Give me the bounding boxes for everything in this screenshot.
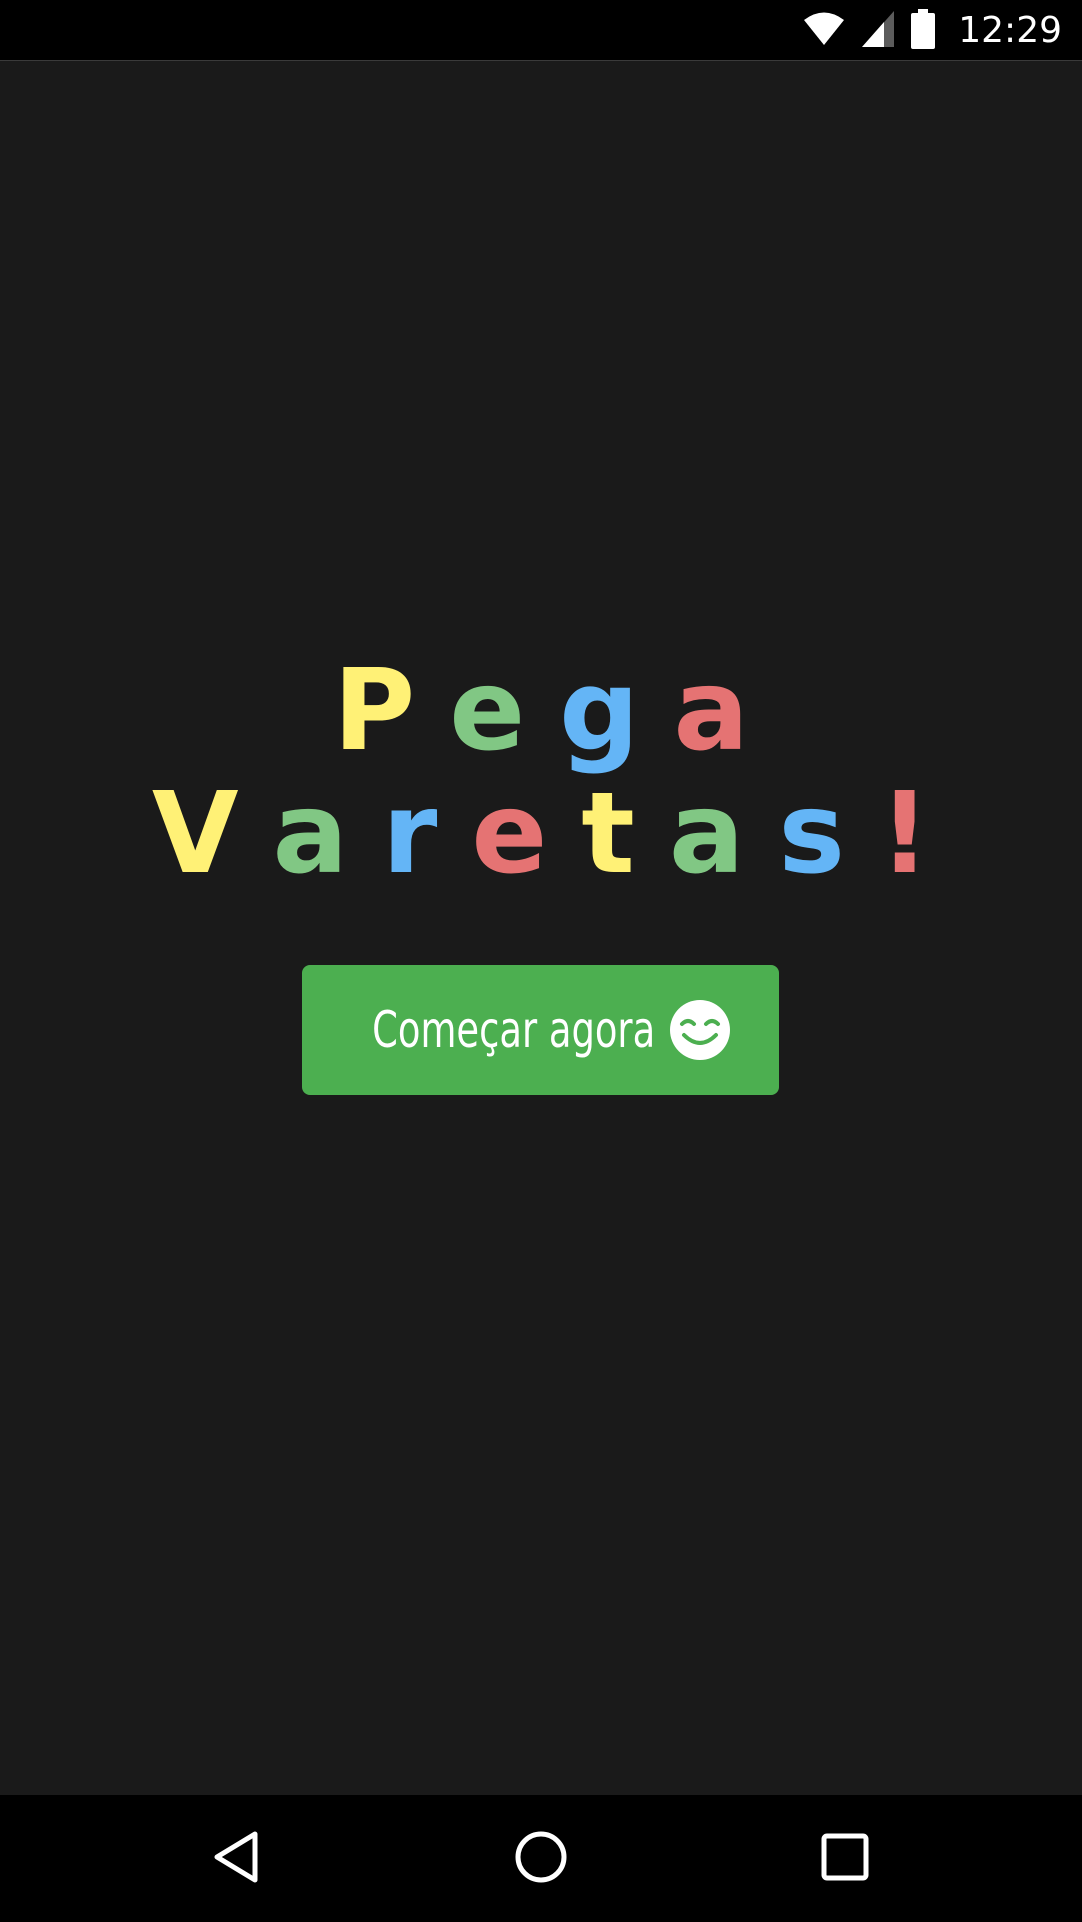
title-letter: V xyxy=(151,769,273,899)
recents-icon xyxy=(821,1833,869,1885)
title-letter: e xyxy=(471,769,582,899)
start-now-button[interactable]: Começar agora xyxy=(302,965,779,1095)
wifi-icon xyxy=(802,11,846,51)
title-letter: a xyxy=(272,769,383,899)
title-letter: P xyxy=(333,646,450,776)
status-bar: 12:29 xyxy=(0,0,1082,61)
start-now-label: Começar agora xyxy=(372,1001,656,1059)
navigation-bar xyxy=(0,1795,1082,1922)
title-letter: r xyxy=(382,769,472,899)
battery-icon xyxy=(910,8,936,53)
title-letter: a xyxy=(668,769,779,899)
status-icons: 12:29 xyxy=(802,0,1062,61)
title-line-pega: Pega xyxy=(0,655,1082,767)
title-letter: s xyxy=(778,769,880,899)
back-icon xyxy=(211,1830,261,1888)
title-letter: ! xyxy=(879,769,965,899)
title-letter: t xyxy=(581,769,669,899)
status-time: 12:29 xyxy=(958,10,1062,51)
title-line-varetas: Varetas! xyxy=(0,778,1082,890)
smile-icon xyxy=(669,999,731,1061)
home-button[interactable] xyxy=(481,1795,601,1922)
home-icon xyxy=(514,1830,568,1888)
title-letter: e xyxy=(449,646,560,776)
back-button[interactable] xyxy=(176,1795,296,1922)
cell-signal-icon xyxy=(860,9,896,53)
recents-button[interactable] xyxy=(785,1795,905,1922)
main-content xyxy=(0,61,1082,1795)
title-letter: g xyxy=(559,646,674,776)
title-letter: a xyxy=(673,646,783,776)
